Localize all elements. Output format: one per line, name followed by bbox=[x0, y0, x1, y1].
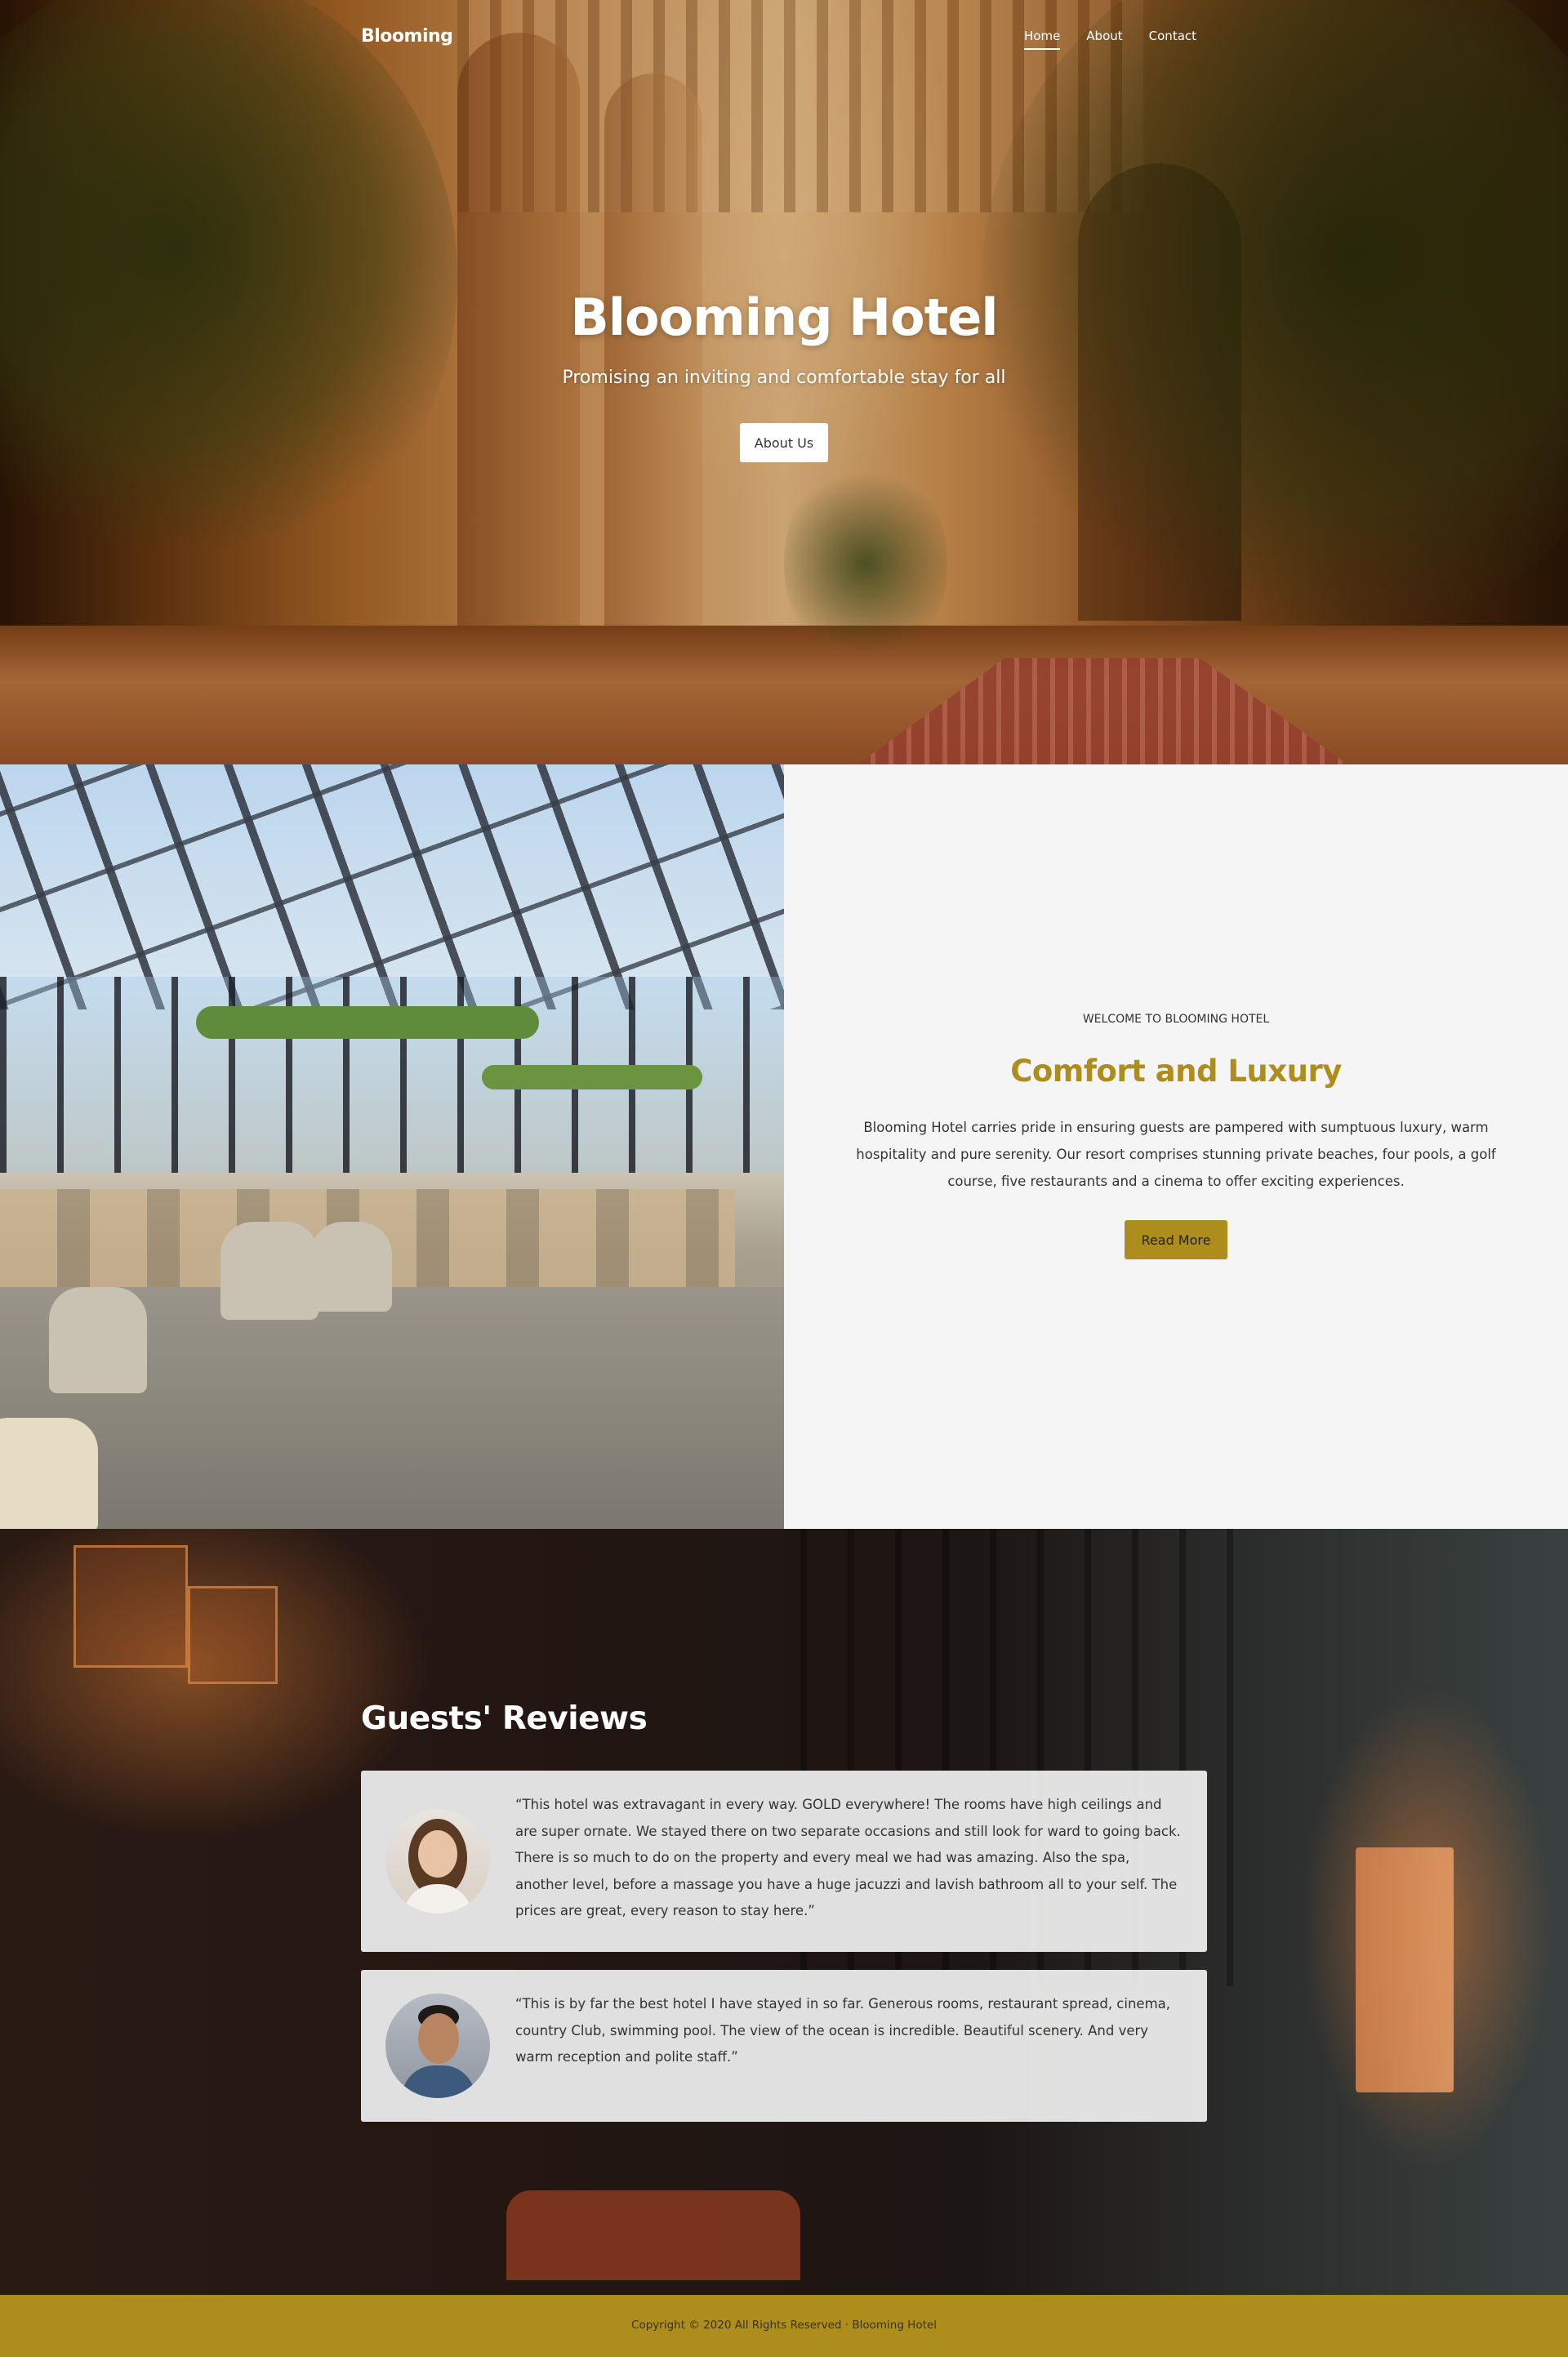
read-more-button[interactable]: Read More bbox=[1125, 1220, 1227, 1259]
nav-link-home[interactable]: Home bbox=[1024, 29, 1061, 50]
hanging-plants-decor bbox=[482, 1065, 702, 1089]
chair-decor bbox=[220, 1222, 318, 1320]
hero-subtitle: Promising an inviting and comfortable st… bbox=[562, 368, 1006, 388]
about-description: Blooming Hotel carries pride in ensuring… bbox=[856, 1120, 1496, 1189]
chair-decor bbox=[49, 1287, 147, 1393]
chair-decor bbox=[0, 1418, 98, 1529]
lantern-decor bbox=[74, 1545, 188, 1668]
nav-link-about[interactable]: About bbox=[1086, 29, 1122, 50]
guest-photo-man-icon bbox=[385, 1994, 490, 2098]
hero-section: Blooming Home About Contact Blooming Hot… bbox=[0, 0, 1568, 764]
brand-logo[interactable]: Blooming bbox=[361, 26, 453, 47]
nav-link-contact[interactable]: Contact bbox=[1149, 29, 1196, 50]
review-quote: “This is by far the best hotel I have st… bbox=[515, 1996, 1170, 2065]
reviews-title: Guests' Reviews bbox=[361, 1700, 648, 1737]
glass-roof-decor bbox=[0, 764, 784, 1009]
about-eyebrow: WELCOME TO BLOOMING HOTEL bbox=[1082, 1013, 1270, 1026]
copyright-text: Copyright © 2020 All Rights Reserved · B… bbox=[631, 2319, 937, 2332]
sofa-decor bbox=[506, 2190, 800, 2280]
guest-photo-woman-icon bbox=[385, 1809, 490, 1914]
hanging-plants-decor bbox=[196, 1006, 539, 1039]
about-title: Comfort and Luxury bbox=[1010, 1054, 1342, 1089]
review-card: “This hotel was extravagant in every way… bbox=[361, 1771, 1207, 1952]
chair-decor bbox=[310, 1222, 392, 1312]
hero-title: Blooming Hotel bbox=[570, 287, 998, 347]
about-section: WELCOME TO BLOOMING HOTEL Comfort and Lu… bbox=[784, 764, 1568, 1529]
footer: Copyright © 2020 All Rights Reserved · B… bbox=[0, 2295, 1568, 2357]
review-quote: “This hotel was extravagant in every way… bbox=[515, 1797, 1181, 1918]
review-card: “This is by far the best hotel I have st… bbox=[361, 1970, 1207, 2122]
doorway-decor bbox=[1356, 1847, 1454, 2092]
restaurant-image bbox=[0, 764, 784, 1529]
about-us-button[interactable]: About Us bbox=[740, 423, 828, 462]
lantern-decor bbox=[188, 1586, 278, 1684]
main-nav: Home About Contact bbox=[1024, 29, 1196, 50]
